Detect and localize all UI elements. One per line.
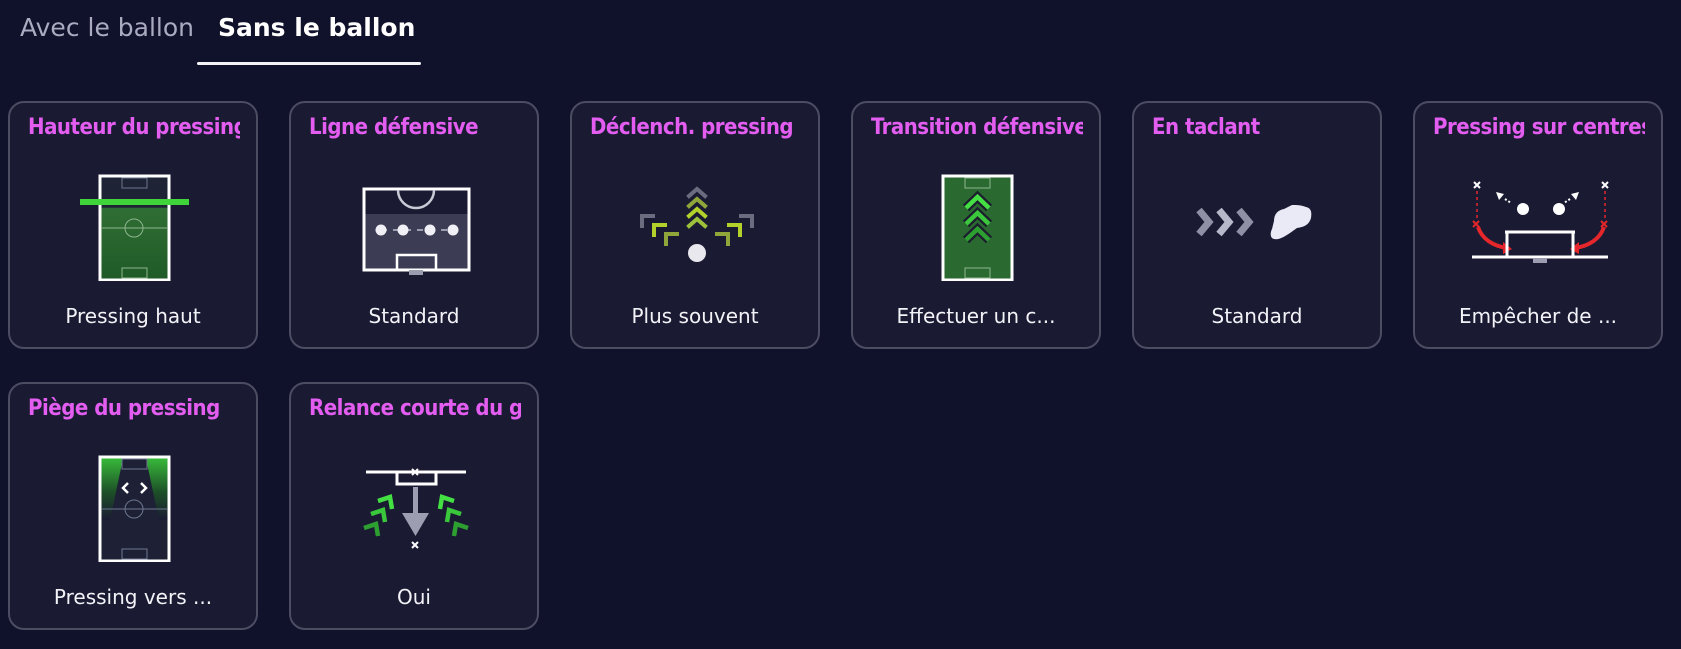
tactic-card-pressing-trigger[interactable]: Déclench. pressing Plus souvent: [570, 101, 820, 349]
tab-without-ball[interactable]: Sans le ballon: [218, 10, 415, 54]
pitch-chevrons-up-icon: [853, 169, 1099, 281]
tactic-card-pressing-trap[interactable]: Piège du pressing Pressing vers ...: [8, 382, 258, 630]
tactic-card-defensive-transition[interactable]: Transition défensive Effectuer un c...: [851, 101, 1101, 349]
card-title: En taclant: [1152, 115, 1260, 140]
card-value: Effectuer un c...: [896, 304, 1056, 328]
card-title: Piège du pressing: [28, 396, 220, 421]
card-title: Relance courte du gardien: [309, 396, 521, 421]
tab-bar: Avec le ballon Sans le ballon: [0, 0, 1681, 66]
card-title: Pressing sur centres: [1433, 115, 1645, 140]
card-title: Ligne défensive: [309, 115, 479, 140]
card-title: Transition défensive: [871, 115, 1083, 140]
card-title: Déclench. pressing: [590, 115, 794, 140]
tactic-card-tackling[interactable]: En taclant Standard: [1132, 101, 1382, 349]
tactic-card-pressing-height[interactable]: Hauteur du pressing Pressing haut: [8, 101, 258, 349]
defensive-line-icon: [291, 169, 537, 281]
tab-with-ball[interactable]: Avec le ballon: [20, 10, 194, 54]
boot-tackle-icon: [1134, 169, 1380, 281]
card-value: Standard: [1211, 304, 1303, 328]
tactic-card-goalkeeper-short-distribution[interactable]: Relance courte du gardien Oui: [289, 382, 539, 630]
card-value: Oui: [397, 585, 431, 609]
card-title: Hauteur du pressing: [28, 115, 240, 140]
pressing-trigger-arrows-icon: [572, 169, 818, 281]
tactic-card-cross-pressing[interactable]: Pressing sur centres Empêcher de ...: [1413, 101, 1663, 349]
active-tab-indicator: [197, 62, 421, 65]
card-value: Pressing haut: [65, 304, 201, 328]
card-value: Plus souvent: [631, 304, 759, 328]
card-value: Standard: [368, 304, 460, 328]
pitch-press-trap-icon: [10, 450, 256, 562]
cross-pressing-icon: [1415, 169, 1661, 281]
card-value: Pressing vers ...: [53, 585, 213, 609]
card-value: Empêcher de ...: [1458, 304, 1618, 328]
tactic-card-defensive-line[interactable]: Ligne défensive Standard: [289, 101, 539, 349]
pitch-high-press-line-icon: [10, 169, 256, 281]
goalkeeper-short-distribution-icon: [291, 450, 537, 562]
